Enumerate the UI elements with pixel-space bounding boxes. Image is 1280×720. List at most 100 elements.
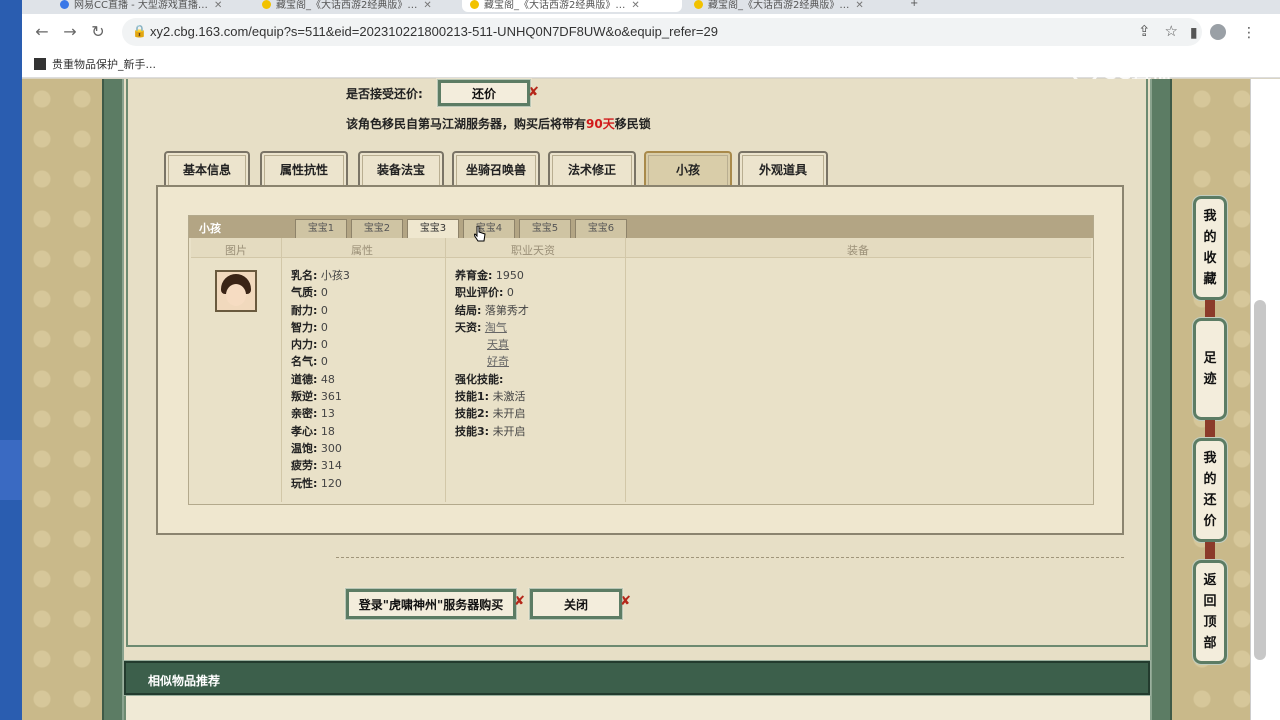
side-button-char: 还 bbox=[1203, 493, 1217, 508]
skill2-value: 未开启 bbox=[492, 407, 526, 421]
side-connector bbox=[1205, 420, 1215, 438]
scrollbar-thumb[interactable] bbox=[1254, 300, 1266, 660]
talent-link[interactable]: 好奇 bbox=[487, 355, 509, 368]
side-button-char: 的 bbox=[1203, 472, 1217, 487]
attribute-key: 疲劳: bbox=[291, 459, 318, 473]
tab-favicon-icon bbox=[262, 0, 271, 9]
similar-items-bar: 相似物品推荐 bbox=[123, 660, 1151, 696]
accept-offer-label: 是否接受还价: bbox=[346, 87, 423, 101]
browser-tab-3-active[interactable]: 藏宝阁_《大话西游2经典版》… ✕ bbox=[462, 0, 682, 12]
browser-tab-1[interactable]: 网易CC直播 - 大型游戏直播… ✕ bbox=[52, 0, 252, 12]
close-icon[interactable]: ✕ bbox=[423, 0, 431, 11]
tab-baby-5[interactable]: 宝宝5 bbox=[519, 219, 571, 238]
browser-tab-strip: 网易CC直播 - 大型游戏直播… ✕ 藏宝阁_《大话西游2经典版》… ✕ 藏宝阁_《… bbox=[22, 0, 1280, 14]
menu-kebab-icon[interactable]: ⋮ bbox=[1242, 25, 1268, 41]
tab-child[interactable]: 小孩 bbox=[644, 151, 732, 185]
talent-link[interactable]: 天真 bbox=[487, 338, 509, 351]
attribute-key: 名气: bbox=[291, 355, 318, 369]
attribute-row: 道德: 48 bbox=[291, 371, 350, 388]
tab-baby-6[interactable]: 宝宝6 bbox=[575, 219, 627, 238]
tab-baby-1[interactable]: 宝宝1 bbox=[295, 219, 347, 238]
profile-avatar-icon[interactable] bbox=[1209, 24, 1226, 40]
skill1-value: 未激活 bbox=[492, 390, 526, 404]
attribute-key: 乳名: bbox=[291, 269, 318, 282]
attribute-value: 48 bbox=[320, 372, 335, 386]
tab-mounts-summons[interactable]: 坐骑召唤兽 bbox=[452, 151, 540, 185]
left-window-strip bbox=[0, 0, 22, 720]
decor-cross-icon: ✘ bbox=[514, 594, 525, 609]
attribute-row: 疲劳: 314 bbox=[291, 457, 350, 474]
decor-cross-icon: ✘ bbox=[528, 85, 539, 100]
migration-days: 90天 bbox=[586, 117, 615, 131]
divider bbox=[445, 238, 446, 502]
attribute-key: 道德: bbox=[291, 372, 318, 386]
tab-spell-correction[interactable]: 法术修正 bbox=[548, 151, 636, 185]
right-frame bbox=[1150, 79, 1172, 720]
login-buy-label: 登录"虎啸神州"服务器购买 bbox=[358, 597, 504, 612]
talent-link[interactable]: 淘气 bbox=[485, 321, 507, 334]
attribute-key: 亲密: bbox=[291, 407, 318, 421]
col-image: 图片 bbox=[225, 244, 247, 257]
close-icon[interactable]: ✕ bbox=[214, 0, 222, 11]
offer-button[interactable]: 还价 ✘ bbox=[437, 79, 539, 107]
star-icon[interactable]: ☆ bbox=[1165, 22, 1192, 40]
attribute-key: 智力: bbox=[291, 320, 318, 334]
lock-icon: 🔒 bbox=[132, 24, 147, 38]
close-icon[interactable]: ✕ bbox=[631, 0, 639, 11]
tab-appearance[interactable]: 外观道具 bbox=[738, 151, 828, 185]
attribute-list: 乳名: 小孩3 气质: 0 耐力: 0 智力: 0 内力: 0 名气: 0 道德: 48 叛逆… bbox=[291, 267, 350, 492]
side-button-char: 价 bbox=[1203, 514, 1217, 529]
similar-items-title: 相似物品推荐 bbox=[148, 674, 221, 688]
close-button[interactable]: 关闭 ✘ bbox=[529, 588, 631, 620]
child-panel: 小孩 宝宝1 宝宝2 宝宝3 宝宝4 宝宝5 宝宝6 图片 属性 职业天资 装备 bbox=[156, 185, 1124, 535]
tab-favicon-icon bbox=[694, 0, 703, 9]
tab-baby-4[interactable]: 宝宝4 bbox=[463, 219, 515, 238]
ending-value: 落第秀才 bbox=[484, 303, 529, 317]
child-panel-title: 小孩 bbox=[199, 222, 221, 235]
new-tab-button[interactable]: + bbox=[902, 0, 922, 12]
detail-area: 是否接受还价: 还价 ✘ 该角色移民自第马江湖服务器，购买后将带有90天移民锁 基… bbox=[126, 79, 1148, 647]
attribute-value: 314 bbox=[320, 459, 342, 473]
attribute-row: 内力: 0 bbox=[291, 336, 350, 353]
attribute-row: 玩性: 120 bbox=[291, 475, 350, 492]
side-button-char: 部 bbox=[1203, 636, 1217, 651]
back-arrow-icon[interactable]: ← bbox=[32, 22, 52, 41]
attribute-key: 孝心: bbox=[291, 424, 318, 438]
share-icon[interactable]: ⇪ bbox=[1138, 22, 1165, 40]
attribute-row: 叛逆: 361 bbox=[291, 388, 350, 405]
tab-basic-info[interactable]: 基本信息 bbox=[164, 151, 250, 185]
footprints-button[interactable]: 足迹 bbox=[1192, 317, 1228, 421]
tab-equipment[interactable]: 装备法宝 bbox=[358, 151, 444, 185]
side-button-char: 我 bbox=[1203, 209, 1217, 224]
tab-baby-2[interactable]: 宝宝2 bbox=[351, 219, 403, 238]
bookmark-item[interactable]: 贵重物品保护_新手... bbox=[34, 56, 156, 72]
side-button-char: 藏 bbox=[1203, 272, 1217, 287]
upkeep-value: 1950 bbox=[495, 269, 524, 282]
back-to-top-button[interactable]: 返回顶部 bbox=[1192, 559, 1228, 665]
attribute-row: 乳名: 小孩3 bbox=[291, 267, 350, 284]
reload-icon[interactable]: ↻ bbox=[88, 22, 108, 41]
tab-attributes[interactable]: 属性抗性 bbox=[260, 151, 348, 185]
browser-tab-2[interactable]: 藏宝阁_《大话西游2经典版》… ✕ bbox=[254, 0, 459, 12]
child-table: 小孩 宝宝1 宝宝2 宝宝3 宝宝4 宝宝5 宝宝6 图片 属性 职业天资 装备 bbox=[188, 215, 1094, 505]
my-offers-button[interactable]: 我的还价 bbox=[1192, 437, 1228, 543]
attribute-value: 0 bbox=[320, 338, 328, 352]
forward-arrow-icon[interactable]: → bbox=[60, 22, 80, 41]
login-buy-button[interactable]: 登录"虎啸神州"服务器购买 ✘ bbox=[345, 588, 525, 620]
page-background: 是否接受还价: 还价 ✘ 该角色移民自第马江湖服务器，购买后将带有90天移民锁 基… bbox=[22, 79, 1280, 720]
attribute-value: 小孩3 bbox=[320, 269, 350, 282]
side-button-char: 的 bbox=[1203, 230, 1217, 245]
side-button-char: 返 bbox=[1203, 573, 1217, 588]
url-input[interactable]: 🔒 xy2.cbg.163.com/equip?s=511&eid=202310… bbox=[122, 18, 1202, 46]
attribute-row: 名气: 0 bbox=[291, 353, 350, 370]
attribute-value: 0 bbox=[320, 355, 328, 369]
browser-tab-4[interactable]: 藏宝阁_《大话西游2经典版》… ✕ bbox=[686, 0, 891, 12]
attribute-key: 内力: bbox=[291, 338, 318, 352]
sidebar-toggle-icon[interactable]: ▮ bbox=[1190, 25, 1210, 41]
attribute-row: 亲密: 13 bbox=[291, 405, 350, 422]
side-button-char: 足 bbox=[1203, 351, 1217, 366]
skill3-value: 未开启 bbox=[492, 424, 526, 438]
my-favorites-button[interactable]: 我的收藏 bbox=[1192, 195, 1228, 301]
tab-baby-3[interactable]: 宝宝3 bbox=[407, 219, 459, 238]
close-icon[interactable]: ✕ bbox=[855, 0, 863, 11]
